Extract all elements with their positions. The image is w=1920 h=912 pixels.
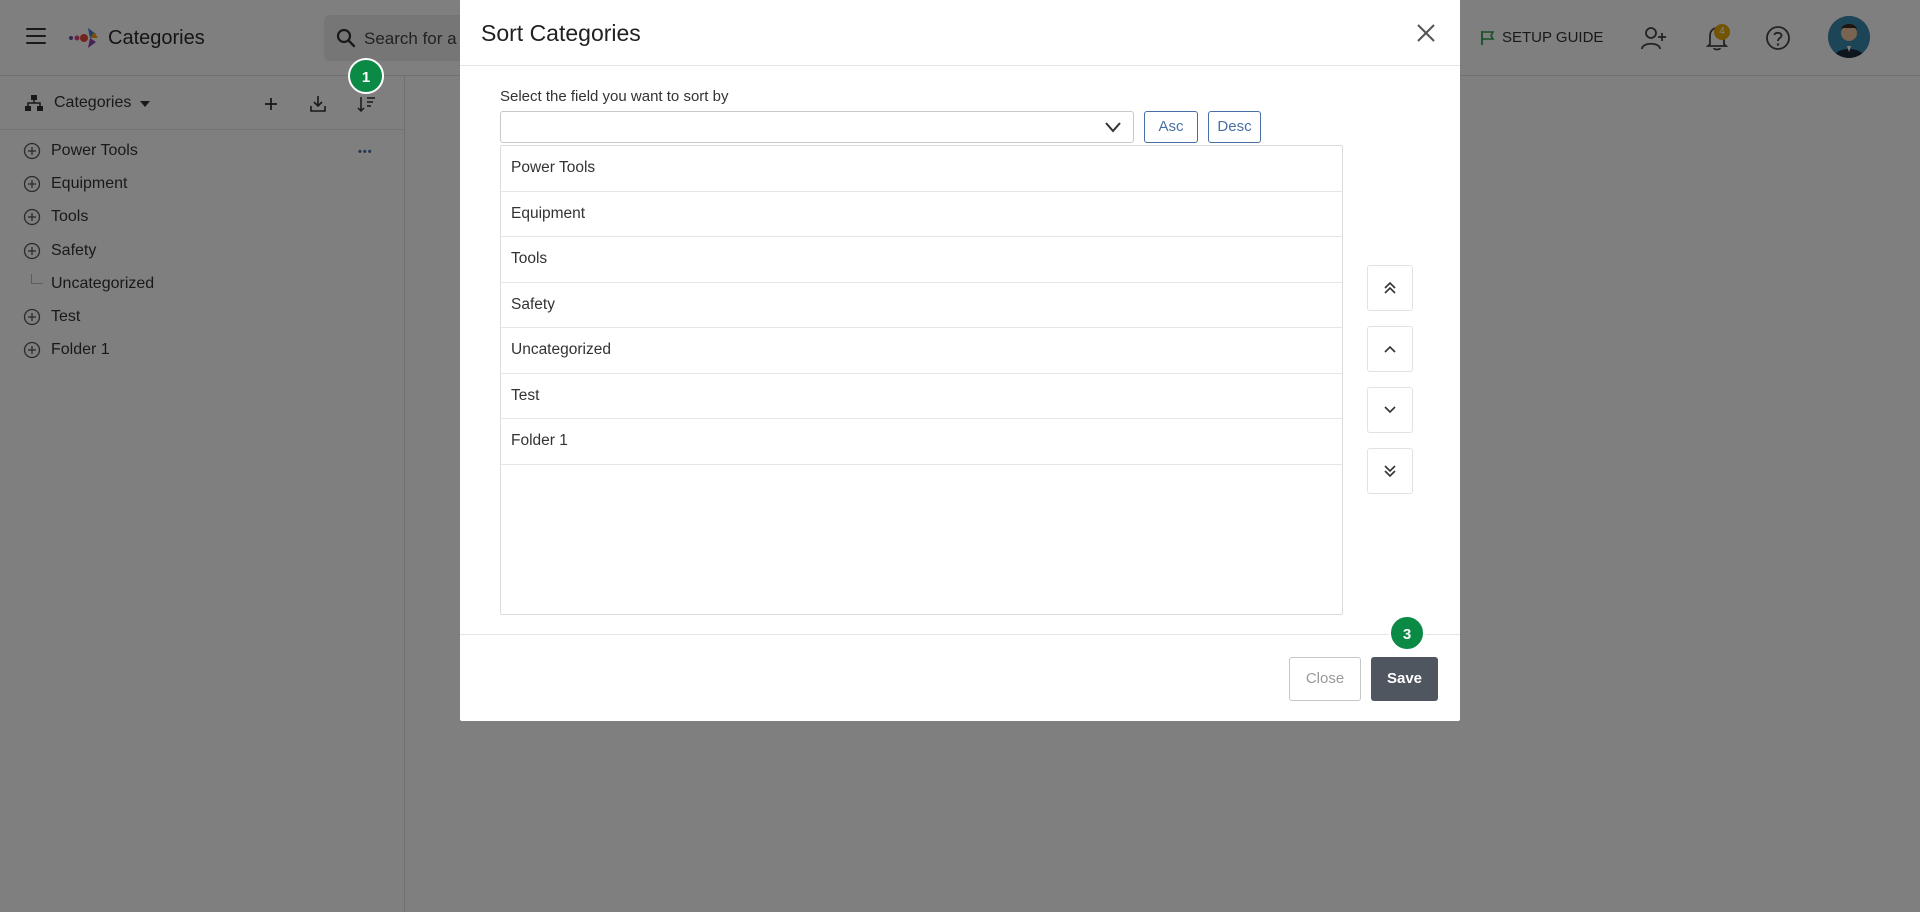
sort-list-item[interactable]: Power Tools xyxy=(501,146,1342,192)
sort-list-item[interactable]: Equipment xyxy=(501,192,1342,237)
sort-list-item[interactable]: Test xyxy=(501,374,1342,419)
sort-list-item[interactable]: Tools xyxy=(501,237,1342,283)
sort-categories-modal: Sort Categories Select the field you wan… xyxy=(460,0,1460,721)
sort-list-item[interactable]: Safety xyxy=(501,283,1342,328)
close-icon[interactable] xyxy=(1415,22,1437,44)
sortable-category-list: Power Tools Equipment Tools Safety Uncategor… xyxy=(500,145,1343,615)
move-bottom-button[interactable] xyxy=(1367,448,1413,494)
step-badge-3: 3 xyxy=(1389,615,1425,651)
chevron-down-icon xyxy=(1384,406,1396,414)
chevron-up-icon xyxy=(1384,345,1396,353)
sort-list-item[interactable]: Folder 1 xyxy=(501,419,1342,465)
sort-list-item[interactable]: Uncategorized xyxy=(501,328,1342,374)
double-chevron-down-icon xyxy=(1384,465,1396,478)
asc-button[interactable]: Asc xyxy=(1144,111,1198,143)
close-button[interactable]: Close xyxy=(1289,657,1361,701)
save-button[interactable]: Save xyxy=(1371,657,1438,701)
move-down-button[interactable] xyxy=(1367,387,1413,433)
modal-title: Sort Categories xyxy=(481,20,641,46)
move-top-button[interactable] xyxy=(1367,265,1413,311)
sort-field-label: Select the field you want to sort by xyxy=(500,88,729,105)
sort-field-select[interactable] xyxy=(500,111,1134,143)
chevron-down-icon xyxy=(1105,122,1121,133)
move-up-button[interactable] xyxy=(1367,326,1413,372)
modal-header: Sort Categories xyxy=(460,0,1460,66)
double-chevron-up-icon xyxy=(1384,281,1396,294)
step-badge-1: 1 xyxy=(348,58,384,94)
modal-footer: Close Save xyxy=(460,634,1460,721)
desc-button[interactable]: Desc xyxy=(1208,111,1261,143)
